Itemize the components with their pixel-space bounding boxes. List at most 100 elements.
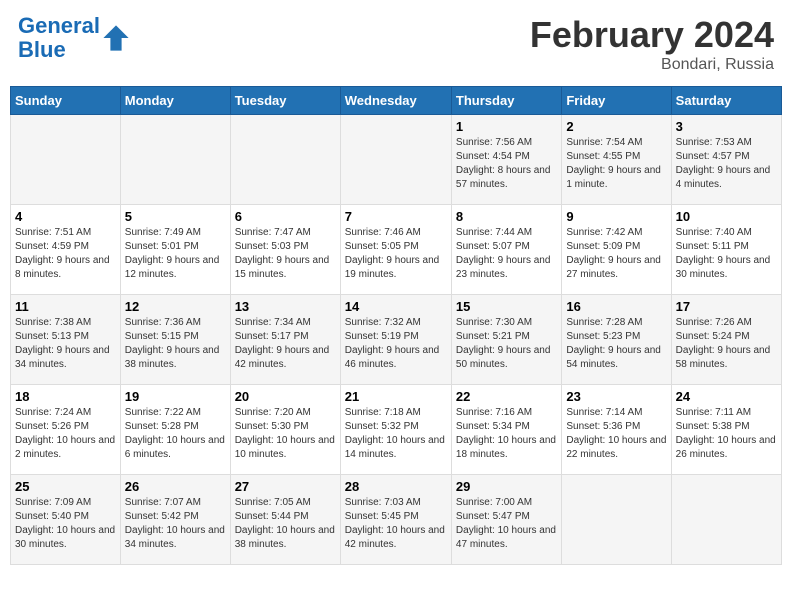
calendar-cell: 4Sunrise: 7:51 AM Sunset: 4:59 PM Daylig… — [11, 205, 121, 295]
day-info: Sunrise: 7:49 AM Sunset: 5:01 PM Dayligh… — [125, 226, 226, 282]
day-info: Sunrise: 7:26 AM Sunset: 5:24 PM Dayligh… — [676, 316, 777, 372]
title-area: February 2024 Bondari, Russia — [530, 14, 774, 74]
calendar-cell: 22Sunrise: 7:16 AM Sunset: 5:34 PM Dayli… — [451, 385, 561, 475]
calendar-cell: 27 Sunrise: 7:05 AM Sunset: 5:44 PM Dayli… — [230, 475, 340, 565]
calendar-cell: 21 Sunrise: 7:18 AM Sunset: 5:32 PM Dayli… — [340, 385, 451, 475]
day-info: Sunrise: 7:53 AM Sunset: 4:57 PM Dayligh… — [676, 136, 777, 192]
col-header-wednesday: Wednesday — [340, 87, 451, 115]
calendar-cell: 8Sunrise: 7:44 AM Sunset: 5:07 PM Daylig… — [451, 205, 561, 295]
day-number: 3 — [676, 119, 777, 134]
calendar-cell: 20 Sunrise: 7:20 AM Sunset: 5:30 PM Dayli… — [230, 385, 340, 475]
day-number: 2 — [566, 119, 666, 134]
day-number: 28 — [345, 479, 447, 494]
calendar-cell: 23 Sunrise: 7:14 AM Sunset: 5:36 PM Dayli… — [562, 385, 671, 475]
calendar-cell: 16 Sunrise: 7:28 AM Sunset: 5:23 PM Dayli… — [562, 295, 671, 385]
calendar-cell: 7 Sunrise: 7:46 AM Sunset: 5:05 PM Daylig… — [340, 205, 451, 295]
day-info: Sunrise: 7:34 AM Sunset: 5:17 PM Dayligh… — [235, 316, 336, 372]
day-info: Sunrise: 7:14 AM Sunset: 5:36 PM Dayligh… — [566, 406, 666, 462]
day-number: 29 — [456, 479, 557, 494]
calendar-cell: 19 Sunrise: 7:22 AM Sunset: 5:28 PM Dayli… — [120, 385, 230, 475]
day-number: 1 — [456, 119, 557, 134]
day-number: 5 — [125, 209, 226, 224]
day-info: Sunrise: 7:28 AM Sunset: 5:23 PM Dayligh… — [566, 316, 666, 372]
day-number: 15 — [456, 299, 557, 314]
calendar-cell: 25Sunrise: 7:09 AM Sunset: 5:40 PM Dayli… — [11, 475, 121, 565]
main-title: February 2024 — [530, 14, 774, 56]
day-number: 6 — [235, 209, 336, 224]
calendar-cell — [340, 115, 451, 205]
day-number: 23 — [566, 389, 666, 404]
day-info: Sunrise: 7:54 AM Sunset: 4:55 PM Dayligh… — [566, 136, 666, 192]
day-number: 12 — [125, 299, 226, 314]
calendar-cell: 5 Sunrise: 7:49 AM Sunset: 5:01 PM Daylig… — [120, 205, 230, 295]
calendar-cell: 2 Sunrise: 7:54 AM Sunset: 4:55 PM Daylig… — [562, 115, 671, 205]
day-info: Sunrise: 7:36 AM Sunset: 5:15 PM Dayligh… — [125, 316, 226, 372]
calendar-cell: 29 Sunrise: 7:00 AM Sunset: 5:47 PM Dayli… — [451, 475, 561, 565]
calendar-cell: 24 Sunrise: 7:11 AM Sunset: 5:38 PM Dayli… — [671, 385, 781, 475]
day-number: 26 — [125, 479, 226, 494]
col-header-monday: Monday — [120, 87, 230, 115]
calendar-cell — [671, 475, 781, 565]
page-header: General Blue February 2024 Bondari, Russ… — [10, 10, 782, 78]
col-header-tuesday: Tuesday — [230, 87, 340, 115]
logo-text: General Blue — [18, 14, 100, 62]
day-number: 20 — [235, 389, 336, 404]
day-info: Sunrise: 7:47 AM Sunset: 5:03 PM Dayligh… — [235, 226, 336, 282]
day-info: Sunrise: 7:03 AM Sunset: 5:45 PM Dayligh… — [345, 496, 447, 552]
calendar-cell: 11 Sunrise: 7:38 AM Sunset: 5:13 PM Dayli… — [11, 295, 121, 385]
week-row-1: 4Sunrise: 7:51 AM Sunset: 4:59 PM Daylig… — [11, 205, 782, 295]
day-number: 16 — [566, 299, 666, 314]
calendar-cell: 12 Sunrise: 7:36 AM Sunset: 5:15 PM Dayli… — [120, 295, 230, 385]
calendar-cell — [120, 115, 230, 205]
day-number: 13 — [235, 299, 336, 314]
week-row-3: 18 Sunrise: 7:24 AM Sunset: 5:26 PM Dayli… — [11, 385, 782, 475]
calendar-cell: 13 Sunrise: 7:34 AM Sunset: 5:17 PM Dayli… — [230, 295, 340, 385]
day-info: Sunrise: 7:20 AM Sunset: 5:30 PM Dayligh… — [235, 406, 336, 462]
calendar-cell: 17 Sunrise: 7:26 AM Sunset: 5:24 PM Dayli… — [671, 295, 781, 385]
week-row-0: 1 Sunrise: 7:56 AM Sunset: 4:54 PM Daylig… — [11, 115, 782, 205]
calendar-cell: 14 Sunrise: 7:32 AM Sunset: 5:19 PM Dayli… — [340, 295, 451, 385]
day-info: Sunrise: 7:42 AM Sunset: 5:09 PM Dayligh… — [566, 226, 666, 282]
day-info: Sunrise: 7:05 AM Sunset: 5:44 PM Dayligh… — [235, 496, 336, 552]
week-row-2: 11 Sunrise: 7:38 AM Sunset: 5:13 PM Dayli… — [11, 295, 782, 385]
calendar-cell — [230, 115, 340, 205]
col-header-saturday: Saturday — [671, 87, 781, 115]
calendar-cell — [11, 115, 121, 205]
day-number: 21 — [345, 389, 447, 404]
day-number: 19 — [125, 389, 226, 404]
day-info: Sunrise: 7:09 AM Sunset: 5:40 PM Dayligh… — [15, 496, 116, 552]
day-info: Sunrise: 7:40 AM Sunset: 5:11 PM Dayligh… — [676, 226, 777, 282]
day-info: Sunrise: 7:07 AM Sunset: 5:42 PM Dayligh… — [125, 496, 226, 552]
day-info: Sunrise: 7:44 AM Sunset: 5:07 PM Dayligh… — [456, 226, 557, 282]
day-number: 9 — [566, 209, 666, 224]
calendar-cell: 3 Sunrise: 7:53 AM Sunset: 4:57 PM Daylig… — [671, 115, 781, 205]
day-number: 24 — [676, 389, 777, 404]
calendar-cell: 26 Sunrise: 7:07 AM Sunset: 5:42 PM Dayli… — [120, 475, 230, 565]
col-header-thursday: Thursday — [451, 87, 561, 115]
day-number: 27 — [235, 479, 336, 494]
day-info: Sunrise: 7:30 AM Sunset: 5:21 PM Dayligh… — [456, 316, 557, 372]
day-number: 4 — [15, 209, 116, 224]
day-info: Sunrise: 7:18 AM Sunset: 5:32 PM Dayligh… — [345, 406, 447, 462]
day-info: Sunrise: 7:46 AM Sunset: 5:05 PM Dayligh… — [345, 226, 447, 282]
day-number: 17 — [676, 299, 777, 314]
day-info: Sunrise: 7:22 AM Sunset: 5:28 PM Dayligh… — [125, 406, 226, 462]
day-info: Sunrise: 7:11 AM Sunset: 5:38 PM Dayligh… — [676, 406, 777, 462]
calendar-cell: 28 Sunrise: 7:03 AM Sunset: 5:45 PM Dayli… — [340, 475, 451, 565]
day-info: Sunrise: 7:00 AM Sunset: 5:47 PM Dayligh… — [456, 496, 557, 552]
day-info: Sunrise: 7:24 AM Sunset: 5:26 PM Dayligh… — [15, 406, 116, 462]
day-number: 11 — [15, 299, 116, 314]
day-info: Sunrise: 7:32 AM Sunset: 5:19 PM Dayligh… — [345, 316, 447, 372]
day-number: 14 — [345, 299, 447, 314]
day-info: Sunrise: 7:38 AM Sunset: 5:13 PM Dayligh… — [15, 316, 116, 372]
sub-title: Bondari, Russia — [530, 56, 774, 74]
calendar-cell: 10 Sunrise: 7:40 AM Sunset: 5:11 PM Dayli… — [671, 205, 781, 295]
day-number: 18 — [15, 389, 116, 404]
calendar-table: SundayMondayTuesdayWednesdayThursdayFrid… — [10, 86, 782, 565]
calendar-cell: 9 Sunrise: 7:42 AM Sunset: 5:09 PM Daylig… — [562, 205, 671, 295]
day-number: 7 — [345, 209, 447, 224]
day-info: Sunrise: 7:56 AM Sunset: 4:54 PM Dayligh… — [456, 136, 557, 192]
logo-icon — [102, 24, 130, 52]
day-number: 10 — [676, 209, 777, 224]
col-header-sunday: Sunday — [11, 87, 121, 115]
